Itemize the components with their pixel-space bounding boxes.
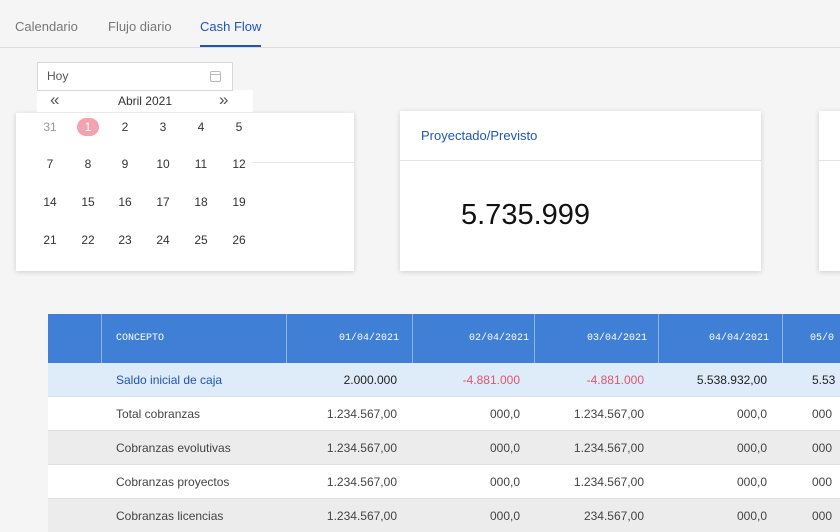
calendar-day[interactable]: 26	[227, 231, 251, 249]
calendar-day[interactable]: 21	[38, 231, 62, 249]
table-row[interactable]: Cobranzas licencias 1.234.567,00 000,0 234.…	[48, 499, 840, 532]
row-label: Cobranzas evolutivas	[116, 441, 231, 455]
calendar-day[interactable]: 8	[76, 155, 100, 173]
calendar-day[interactable]: 3	[151, 118, 175, 136]
calendar-day[interactable]: 25	[189, 231, 213, 249]
projected-value: 5.735.999	[461, 199, 591, 231]
calendar-day[interactable]: 18	[189, 193, 213, 211]
row-value: 000,0	[489, 509, 520, 523]
calendar-day[interactable]: 17	[151, 193, 175, 211]
header-date: 03/04/2021	[586, 333, 647, 344]
calendar-day[interactable]: 16	[113, 193, 137, 211]
header-divider	[101, 314, 102, 363]
tab-flujo-diario[interactable]: Flujo diario	[108, 19, 172, 34]
table-row[interactable]: Total cobranzas 1.234.567,00 000,0 1.234.56…	[48, 397, 840, 431]
row-value: 000	[812, 509, 833, 523]
header-concept: CONCEPTO	[116, 333, 165, 344]
row-value: 1.234.567,00	[326, 509, 397, 523]
row-value: 000,0	[489, 407, 520, 421]
header-date: 02/04/2021	[468, 333, 529, 344]
calendar-day[interactable]: 15	[76, 193, 100, 211]
calendar-day[interactable]: 9	[113, 155, 137, 173]
row-value: -4.881.000	[462, 373, 520, 387]
table-row[interactable]: Cobranzas evolutivas 1.234.567,00 000,0 1.2…	[48, 431, 840, 465]
calendar-day[interactable]: 4	[189, 118, 213, 136]
row-label: Cobranzas licencias	[116, 509, 224, 523]
calendar-day[interactable]: 1	[77, 118, 99, 136]
calendar-day[interactable]: 24	[151, 231, 175, 249]
row-value: 234.567,00	[583, 509, 644, 523]
row-value: 000	[812, 441, 833, 455]
card-divider	[819, 160, 840, 161]
calendar-icon[interactable]	[210, 71, 221, 82]
tab-cash-flow[interactable]: Cash Flow	[200, 19, 262, 47]
row-value: 1.234.567,00	[573, 441, 644, 455]
row-value: 1.234.567,00	[573, 407, 644, 421]
next-month-icon[interactable]: »	[219, 90, 228, 110]
row-value: 000,0	[736, 407, 767, 421]
row-value: 000	[812, 407, 833, 421]
calendar-day[interactable]: 10	[151, 155, 175, 173]
card-divider	[400, 160, 761, 161]
row-value: 5.53	[812, 373, 836, 387]
calendar-day[interactable]: 19	[227, 193, 251, 211]
row-value: 1.234.567,00	[326, 407, 397, 421]
row-value: 000,0	[489, 441, 520, 455]
calendar-day[interactable]: 5	[227, 118, 251, 136]
projected-title: Proyectado/Previsto	[421, 128, 538, 143]
row-value: 1.234.567,00	[326, 475, 397, 489]
calendar-day[interactable]: 14	[38, 193, 62, 211]
row-value: 000,0	[489, 475, 520, 489]
header-date: 04/04/2021	[708, 333, 769, 344]
date-field[interactable]	[37, 62, 233, 91]
row-value: 000,0	[736, 475, 767, 489]
row-value: 2.000.000	[343, 373, 397, 387]
calendar-day[interactable]: 23	[113, 231, 137, 249]
third-card	[819, 111, 840, 271]
header-date: 01/04/2021	[338, 333, 399, 344]
row-value: 000,0	[736, 509, 767, 523]
calendar-day[interactable]: 7	[38, 155, 62, 173]
calendar-day[interactable]: 12	[227, 155, 251, 173]
row-value: 000,0	[736, 441, 767, 455]
tab-calendario[interactable]: Calendario	[15, 19, 78, 34]
table-row[interactable]: Cobranzas proyectos 1.234.567,00 000,0 1.23…	[48, 465, 840, 499]
row-value: -4.881.000	[586, 373, 644, 387]
row-label: Saldo inicial de caja	[116, 373, 223, 387]
table-header: CONCEPTO 01/04/2021 02/04/2021 03/04/202…	[48, 314, 840, 363]
row-value: 000	[812, 475, 833, 489]
header-date: 05/0	[810, 333, 835, 344]
table-row[interactable]: Saldo inicial de caja 2.000.000 -4.881.000…	[48, 363, 840, 397]
projected-card: Proyectado/Previsto 5.735.999	[400, 111, 761, 271]
row-value: 1.234.567,00	[326, 441, 397, 455]
calendar-header: « Abril 2021 »	[37, 90, 253, 112]
calendar-day[interactable]: 2	[113, 118, 137, 136]
row-value: 5.538.932,00	[696, 373, 767, 387]
tab-bar: Calendario Flujo diario Cash Flow	[0, 0, 840, 48]
calendar-day[interactable]: 31	[38, 118, 62, 136]
calendar-grid: 31 1 2 3 4 5 7 8 9 10 11 12 14 15 16 17 18 19 21 22 23 24 25 26	[16, 113, 253, 270]
date-input[interactable]	[47, 69, 197, 83]
header-divider	[782, 314, 783, 363]
calendar-day[interactable]: 11	[189, 155, 213, 173]
row-label: Total cobranzas	[116, 407, 201, 421]
row-value: 1.234.567,00	[573, 475, 644, 489]
row-label: Cobranzas proyectos	[116, 475, 230, 489]
calendar-day[interactable]: 22	[76, 231, 100, 249]
